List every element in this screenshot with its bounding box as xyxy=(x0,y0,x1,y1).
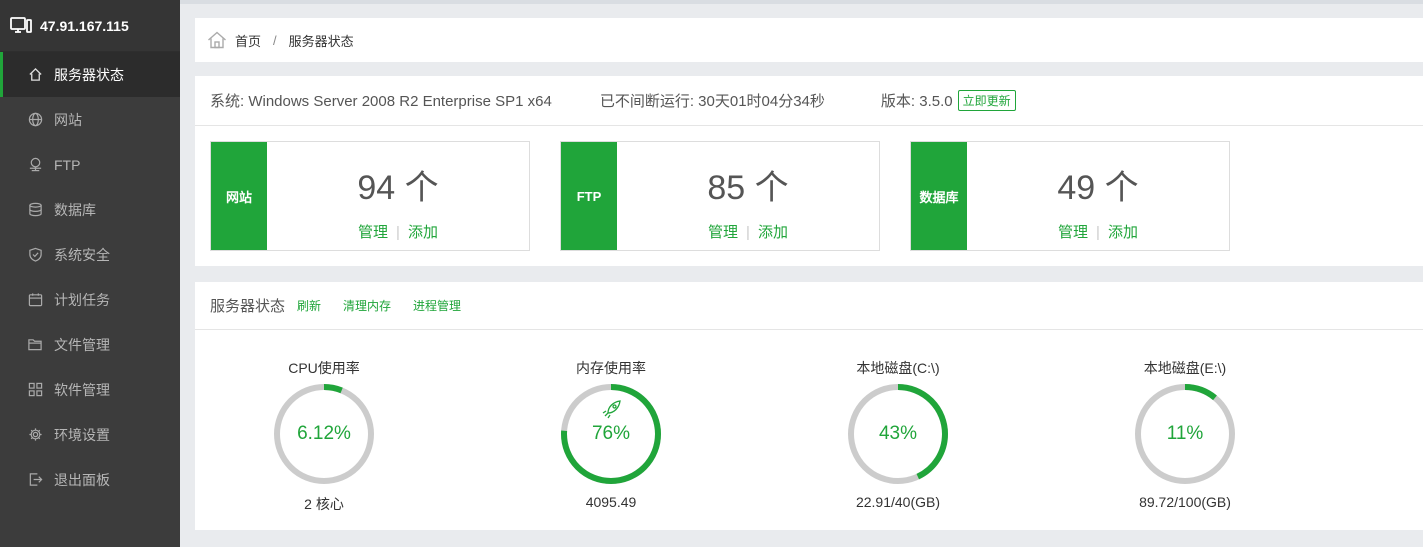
gear-icon xyxy=(27,427,43,443)
gauge-ring: 6.12% xyxy=(272,382,376,486)
sidebar-header: 47.91.167.115 xyxy=(0,0,180,52)
gauge-percent: 43% xyxy=(878,423,918,444)
disk-e-gauge: 本地磁盘(E:\) 11% 89.72/100(GB) xyxy=(1115,358,1255,510)
process-manager-link[interactable]: 进程管理 xyxy=(413,297,461,314)
gauge-percent: 11% xyxy=(1166,423,1204,444)
calendar-icon xyxy=(27,292,43,308)
gauge-percent: 6.12% xyxy=(297,423,351,444)
server-status-panel: 服务器状态 刷新 清理内存 进程管理 CPU使用率 6.12% 2 核心 内存使… xyxy=(195,282,1423,530)
sidebar-item-label: 服务器状态 xyxy=(54,66,124,83)
gauge-percent: 76% xyxy=(591,423,631,444)
breadcrumb: 首页 / 服务器状态 xyxy=(195,18,1423,62)
add-database-link[interactable]: 添加 xyxy=(1108,224,1138,241)
server-status-title: 服务器状态 xyxy=(210,298,286,315)
add-ftp-link[interactable]: 添加 xyxy=(758,224,788,241)
breadcrumb-current: 服务器状态 xyxy=(288,33,354,49)
breadcrumb-separator: / xyxy=(273,32,277,48)
sidebar-item-label: FTP xyxy=(54,156,81,173)
gauge-ring: 43% xyxy=(846,382,950,486)
server-status-header: 服务器状态 刷新 清理内存 进程管理 xyxy=(195,282,1423,330)
website-count: 94 个 xyxy=(357,169,439,207)
refresh-link[interactable]: 刷新 xyxy=(297,297,321,314)
manage-database-link[interactable]: 管理 xyxy=(1058,224,1088,241)
sidebar-item-files[interactable]: 文件管理 xyxy=(0,322,180,367)
sidebar-item-cron[interactable]: 计划任务 xyxy=(0,277,180,322)
gauge-detail: 4095.49 xyxy=(585,494,637,510)
sidebar-item-security[interactable]: 系统安全 xyxy=(0,232,180,277)
sidebar-item-label: 系统安全 xyxy=(54,246,110,263)
grid-icon xyxy=(27,382,43,398)
system-name: 系统: Windows Server 2008 R2 Enterprise SP… xyxy=(210,93,552,110)
card-tag: FTP xyxy=(561,142,617,250)
globe-icon xyxy=(27,112,43,128)
gauge-label: CPU使用率 xyxy=(288,360,360,376)
shield-icon xyxy=(27,247,43,263)
sidebar: 47.91.167.115 服务器状态 网站 FTP 数据库 系统安全 计划任务… xyxy=(0,0,180,547)
system-info-header: 系统: Windows Server 2008 R2 Enterprise SP… xyxy=(195,76,1423,126)
gauge-detail: 89.72/100(GB) xyxy=(1139,494,1231,510)
sidebar-item-label: 网站 xyxy=(54,111,82,128)
manage-ftp-link[interactable]: 管理 xyxy=(708,224,738,241)
sidebar-item-logout[interactable]: 退出面板 xyxy=(0,457,180,502)
sidebar-item-label: 计划任务 xyxy=(54,291,110,308)
sidebar-item-label: 环境设置 xyxy=(54,426,110,443)
system-info-panel: 系统: Windows Server 2008 R2 Enterprise SP… xyxy=(195,76,1423,266)
sidebar-item-label: 软件管理 xyxy=(54,381,110,398)
clear-memory-link[interactable]: 清理内存 xyxy=(343,297,391,314)
gauge-detail: 22.91/40(GB) xyxy=(855,494,941,510)
sidebar-item-settings[interactable]: 环境设置 xyxy=(0,412,180,457)
folder-icon xyxy=(27,337,43,353)
home-icon xyxy=(27,67,43,83)
sidebar-item-software[interactable]: 软件管理 xyxy=(0,367,180,412)
sidebar-item-ftp[interactable]: FTP xyxy=(0,142,180,187)
panel-version: 版本: 3.5.0 xyxy=(880,93,953,110)
sidebar-item-label: 文件管理 xyxy=(54,336,110,353)
sidebar-item-label: 退出面板 xyxy=(54,471,110,488)
database-count: 49 个 xyxy=(1057,169,1139,207)
database-card: 数据库 49 个 管理 | 添加 xyxy=(910,141,1230,251)
update-button[interactable]: 立即更新 xyxy=(957,90,1016,111)
card-tag: 数据库 xyxy=(911,142,967,250)
database-icon xyxy=(27,202,43,218)
host-address: 47.91.167.115 xyxy=(40,17,129,34)
website-card: 网站 94 个 管理 | 添加 xyxy=(210,141,530,251)
sidebar-item-label: 数据库 xyxy=(54,201,96,218)
ftp-card: FTP 85 个 管理 | 添加 xyxy=(560,141,880,251)
gauge-label: 本地磁盘(E:\) xyxy=(1143,360,1227,376)
uptime: 已不间断运行: 30天01时04分34秒 xyxy=(599,93,825,110)
memory-gauge[interactable]: 内存使用率 76% 4095.49 xyxy=(541,358,681,510)
sidebar-item-website[interactable]: 网站 xyxy=(0,97,180,142)
gauge-label: 内存使用率 xyxy=(576,360,646,376)
card-tag: 网站 xyxy=(211,142,267,250)
monitor-icon xyxy=(10,16,32,35)
gauge-detail: 2 核心 xyxy=(304,496,344,512)
top-divider xyxy=(180,0,1423,4)
breadcrumb-home[interactable]: 首页 xyxy=(235,31,261,50)
disk-c-gauge: 本地磁盘(C:\) 43% 22.91/40(GB) xyxy=(828,358,968,510)
gauge-ring[interactable]: 76% xyxy=(559,382,663,486)
gauge-ring: 11% xyxy=(1133,382,1237,486)
sidebar-item-database[interactable]: 数据库 xyxy=(0,187,180,232)
home-icon[interactable] xyxy=(207,31,227,49)
add-website-link[interactable]: 添加 xyxy=(408,224,438,241)
logout-icon xyxy=(27,472,43,488)
ftp-icon xyxy=(27,157,43,173)
manage-website-link[interactable]: 管理 xyxy=(358,224,388,241)
cpu-gauge: CPU使用率 6.12% 2 核心 xyxy=(254,358,394,514)
sidebar-item-server-status[interactable]: 服务器状态 xyxy=(0,52,180,97)
ftp-count: 85 个 xyxy=(707,169,789,207)
gauge-label: 本地磁盘(C:\) xyxy=(856,360,940,376)
